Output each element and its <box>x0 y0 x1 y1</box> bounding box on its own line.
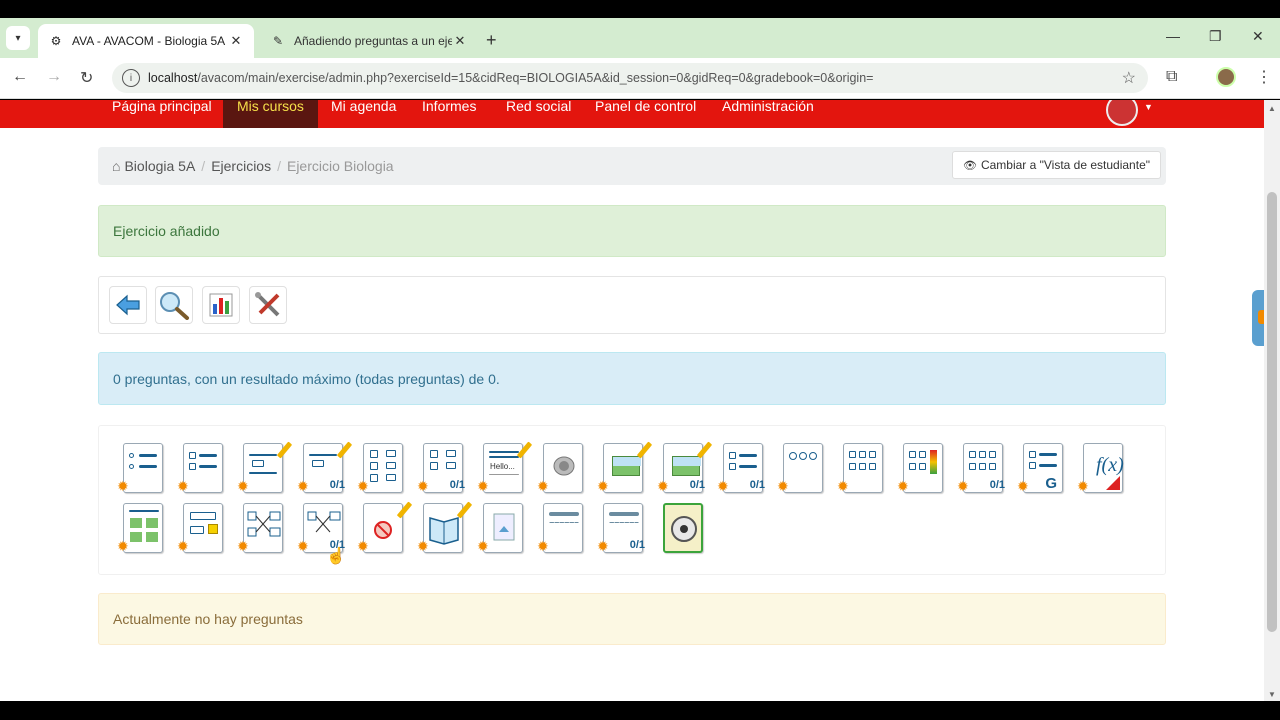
back-arrow-icon[interactable]: ← <box>12 68 28 86</box>
reload-icon[interactable]: ↻ <box>80 68 93 88</box>
nav-item-home[interactable]: Página principal <box>98 100 226 128</box>
user-avatar[interactable] <box>1106 100 1138 126</box>
image-choice-icon[interactable]: ✹ <box>117 503 165 555</box>
profile-avatar[interactable] <box>1216 67 1236 87</box>
bookmark-star-icon[interactable]: ☆ <box>1122 68 1136 88</box>
multiple-choice-icon[interactable]: ✹ <box>117 443 165 495</box>
calculated-answer-icon[interactable]: f(x) ✹ <box>1077 443 1125 495</box>
eye-icon: 👁 <box>962 159 977 172</box>
open-question-icon[interactable]: Hello... ✹ <box>477 441 533 495</box>
window-close-icon[interactable]: ✕ <box>1252 28 1264 45</box>
breadcrumb: ⌂ Biologia 5A / Ejercicios / Ejercicio B… <box>98 147 1166 185</box>
screen-top-edge <box>0 0 1280 18</box>
magnifier-icon <box>160 292 189 320</box>
drag-drop-words-icon[interactable]: ✹ <box>177 503 225 555</box>
scroll-thumb[interactable] <box>1267 192 1277 632</box>
settings-button[interactable] <box>249 286 287 324</box>
url-path: /avacom/main/exercise/admin.php?exercise… <box>197 71 874 85</box>
screen-bottom-edge <box>0 701 1280 720</box>
minimize-icon[interactable]: — <box>1166 28 1180 44</box>
oral-expression-icon[interactable]: ✹ <box>537 443 585 495</box>
nav-item-agenda[interactable]: Mi agenda <box>317 100 410 128</box>
info-alert: 0 preguntas, con un resultado máximo (to… <box>98 352 1166 405</box>
tab-search-chevron-icon[interactable]: ▾ <box>6 26 30 50</box>
matching-combination-icon[interactable]: 0/1 ✹ <box>417 443 465 495</box>
nav-item-reports[interactable]: Informes <box>408 100 490 128</box>
multiple-true-false-combination-icon[interactable]: 0/1 ✹ <box>957 443 1005 495</box>
new-tab-icon[interactable]: + <box>486 30 497 51</box>
tab-close-icon[interactable]: ✕ <box>452 33 468 49</box>
browser-tab-inactive[interactable]: ✎ Añadiendo preguntas a un ejer ✕ <box>260 24 478 58</box>
back-arrow-icon <box>116 294 140 316</box>
multiple-true-false-icon[interactable]: ✹ <box>837 443 885 495</box>
browser-menu-icon[interactable]: ⋮ <box>1256 67 1272 87</box>
address-bar[interactable]: i localhost/avacom/main/exercise/admin.p… <box>112 63 1148 93</box>
preview-button[interactable] <box>155 286 193 324</box>
breadcrumb-section[interactable]: Ejercicios <box>211 158 271 174</box>
page-break-icon[interactable]: ✹ <box>537 503 585 555</box>
tools-icon <box>255 292 280 317</box>
tab-title: AVA - AVACOM - Biologia 5A <box>72 34 226 48</box>
unique-answer-no-option-icon[interactable]: ✹ <box>777 443 825 495</box>
hotspot-combination-icon[interactable]: 0/1 ✹ <box>657 441 713 495</box>
url-host: localhost <box>148 71 198 85</box>
hotspot-icon[interactable]: ✹ <box>597 441 653 495</box>
fill-blanks-icon[interactable]: ✹ <box>237 441 293 495</box>
upload-answer-icon[interactable]: ✹ <box>477 503 525 555</box>
bar-chart-icon <box>209 293 233 317</box>
user-menu-caret-icon[interactable]: ▼ <box>1144 102 1153 112</box>
no-questions-alert: Actualmente no hay preguntas <box>98 593 1166 645</box>
question-types-panel: ✹ ✹ ✹ 0/1 ✹ ✹ 0/1 ✹ Hello... ✹ ✹ ✹ 0/1 ✹… <box>98 425 1166 575</box>
recycle-question-icon[interactable] <box>661 503 705 555</box>
scroll-down-icon[interactable]: ▼ <box>1268 690 1276 699</box>
nav-item-dashboard[interactable]: Panel de control <box>581 100 710 128</box>
matching-icon[interactable]: ✹ <box>357 443 405 495</box>
forward-arrow-icon[interactable]: → <box>46 68 62 86</box>
side-panel-handle[interactable] <box>1252 290 1264 346</box>
main-navigation: Página principal Mis cursos Mi agenda In… <box>0 100 1264 128</box>
student-view-label: Cambiar a "Vista de estudiante" <box>980 158 1150 172</box>
reading-comprehension-icon[interactable]: ✹ <box>417 501 473 555</box>
page-break-combination-icon[interactable]: 0/1 ✹ <box>597 503 645 555</box>
home-icon[interactable]: ⌂ <box>112 158 120 174</box>
site-favicon-icon: ⚙ <box>50 34 62 48</box>
restore-icon[interactable]: ❐ <box>1209 28 1222 45</box>
draggable-icon[interactable]: ✹ <box>237 503 285 555</box>
browser-tab-active[interactable]: ⚙ AVA - AVACOM - Biologia 5A ✕ <box>38 24 254 58</box>
student-view-button[interactable]: 👁 Cambiar a "Vista de estudiante" <box>951 151 1161 179</box>
extensions-puzzle-icon[interactable]: ⧉ <box>1166 68 1177 86</box>
breadcrumb-course[interactable]: Biologia 5A <box>124 158 195 174</box>
multiple-answer-icon[interactable]: ✹ <box>177 443 225 495</box>
mouse-cursor-icon: ☝ <box>326 548 346 565</box>
browser-tab-strip: ▾ ⚙ AVA - AVACOM - Biologia 5A ✕ ✎ Añadi… <box>0 18 1280 58</box>
tab-favicon-icon: ✎ <box>272 34 284 48</box>
back-arrow-button[interactable] <box>109 286 147 324</box>
page-scrollbar[interactable]: ▲ ▼ <box>1264 100 1280 701</box>
scroll-up-icon[interactable]: ▲ <box>1268 104 1276 113</box>
web-page: Página principal Mis cursos Mi agenda In… <box>0 100 1264 701</box>
global-multiple-answer-icon[interactable]: G ✹ <box>1017 443 1065 495</box>
breadcrumb-current: Ejercicio Biologia <box>286 158 394 174</box>
success-alert: Ejercicio añadido <box>98 205 1166 257</box>
exercise-actions-toolbar <box>98 276 1166 334</box>
browser-toolbar: ← → ↻ i localhost/avacom/main/exercise/a… <box>0 58 1280 99</box>
multiple-true-false-degree-icon[interactable]: ✹ <box>897 443 945 495</box>
exact-selection-icon[interactable]: 0/1 ✹ <box>717 443 765 495</box>
annotation-icon[interactable]: ✹ <box>357 501 413 555</box>
tab-title: Añadiendo preguntas a un ejer <box>294 34 452 48</box>
site-info-icon[interactable]: i <box>122 69 140 87</box>
tab-close-icon[interactable]: ✕ <box>228 33 244 49</box>
nav-item-my-courses[interactable]: Mis cursos <box>223 100 318 128</box>
fill-blanks-combination-icon[interactable]: 0/1 ✹ <box>297 441 353 495</box>
results-button[interactable] <box>202 286 240 324</box>
nav-item-social[interactable]: Red social <box>492 100 585 128</box>
nav-item-admin[interactable]: Administración <box>708 100 828 128</box>
